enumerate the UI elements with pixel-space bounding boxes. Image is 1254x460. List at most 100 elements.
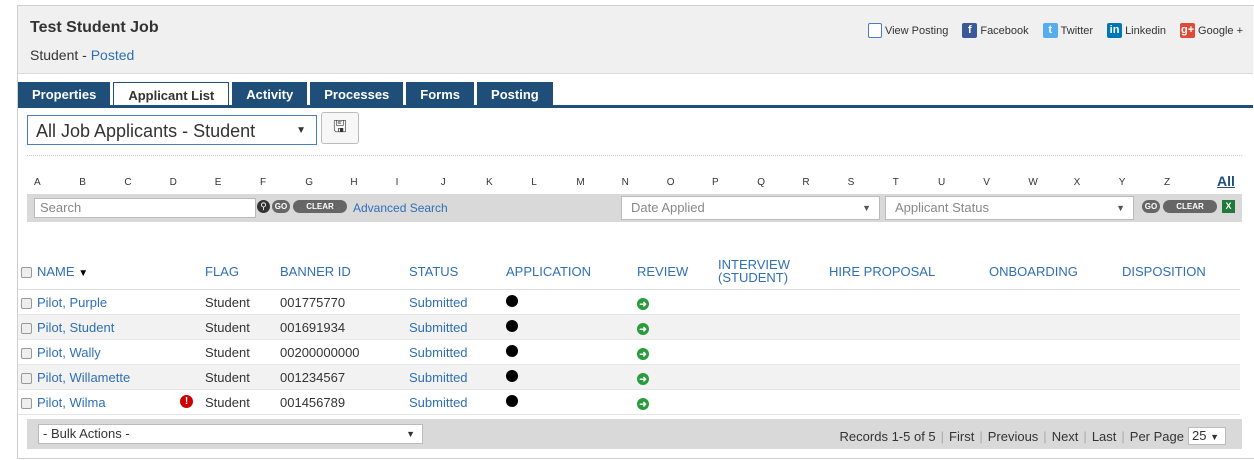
previous-page-link[interactable]: Previous [988,429,1039,444]
status-link[interactable]: Submitted [409,370,468,385]
floppy-disk-icon: 🖫 [333,119,347,136]
applicant-name-link[interactable]: Pilot, Willamette [37,370,130,385]
search-input[interactable]: Search [34,198,256,218]
hire-proposal-column-header[interactable]: HIRE PROPOSAL [829,253,989,290]
per-page-select[interactable]: 25 ▼ [1187,427,1226,445]
go-button[interactable]: GO [272,200,290,213]
alpha-filter-h[interactable]: H [350,177,357,188]
application-column-header[interactable]: APPLICATION [506,253,637,290]
interview-cell [718,339,829,365]
save-view-button[interactable]: 🖫 [321,112,359,144]
disposition-column-header[interactable]: DISPOSITION [1122,253,1240,290]
alpha-filter-i[interactable]: I [396,177,399,188]
date-applied-select[interactable]: Date Applied ▼ [621,196,880,220]
tab-activity[interactable]: Activity [232,82,308,105]
alpha-filter-d[interactable]: D [170,177,177,188]
flag-column-header[interactable]: FLAG [205,253,280,290]
alpha-filter-q[interactable]: Q [757,177,765,188]
application-complete-icon[interactable] [506,394,518,407]
status-link[interactable]: Submitted [409,395,468,410]
excel-export-icon[interactable]: X [1222,200,1235,213]
row-checkbox[interactable] [21,397,32,409]
alpha-filter-g[interactable]: G [305,177,313,188]
applicant-name-link[interactable]: Pilot, Wally [37,345,101,360]
alpha-filter-r[interactable]: R [802,177,809,188]
alpha-filter-u[interactable]: U [938,177,945,188]
applicant-view-select[interactable]: All Job Applicants - Student ▼ [27,115,317,145]
alpha-filter-x[interactable]: X [1074,177,1081,188]
applicant-name-link[interactable]: Pilot, Purple [37,295,107,310]
linkedin-link[interactable]: in Linkedin [1107,23,1166,38]
onboarding-column-header[interactable]: ONBOARDING [989,253,1122,290]
application-complete-icon[interactable] [506,344,518,357]
alpha-filter-w[interactable]: W [1028,177,1037,188]
row-checkbox[interactable] [21,297,32,309]
last-page-link[interactable]: Last [1092,429,1117,444]
applicant-status-select[interactable]: Applicant Status ▼ [885,196,1134,220]
alpha-filter-b[interactable]: B [79,177,86,188]
advanced-search-link[interactable]: Advanced Search [353,201,448,215]
review-go-icon[interactable]: ➜ [637,397,649,410]
onboarding-cell [989,364,1122,390]
job-header: Test Student Job Student - Posted View P… [18,6,1253,74]
bulk-actions-select[interactable]: - Bulk Actions - ▼ [38,424,423,444]
application-complete-icon[interactable] [506,294,518,307]
googleplus-link[interactable]: g+ Google + [1180,23,1243,38]
application-complete-icon[interactable] [506,319,518,332]
review-go-icon[interactable]: ➜ [637,297,649,310]
banner-id-column-header[interactable]: BANNER ID [280,253,409,290]
row-checkbox[interactable] [21,372,32,384]
review-cell: ➜ [637,389,718,415]
alpha-filter-k[interactable]: K [486,177,493,188]
tab-processes[interactable]: Processes [310,82,404,105]
alpha-filter-c[interactable]: C [124,177,131,188]
next-page-link[interactable]: Next [1052,429,1079,444]
alpha-filter-p[interactable]: P [712,177,719,188]
review-go-icon[interactable]: ➜ [637,322,649,335]
status-link[interactable]: Submitted [409,295,468,310]
review-go-icon[interactable]: ➜ [637,347,649,360]
alpha-filter-f[interactable]: F [260,177,266,188]
review-go-icon[interactable]: ➜ [637,372,649,385]
view-posting-link[interactable]: View Posting [867,23,948,38]
job-state-link[interactable]: Posted [91,47,135,63]
search-icon[interactable]: ⚲ [257,200,270,213]
alpha-filter-z[interactable]: Z [1164,177,1170,188]
applicant-name-link[interactable]: Pilot, Student [37,320,114,335]
status-column-header[interactable]: STATUS [409,253,506,290]
applicant-name-link[interactable]: Pilot, Wilma [37,395,106,410]
row-checkbox[interactable] [21,322,32,334]
tab-applicant-list[interactable]: Applicant List [113,82,230,106]
status-link[interactable]: Submitted [409,345,468,360]
alpha-filter-o[interactable]: O [667,177,675,188]
tab-forms[interactable]: Forms [406,82,475,105]
application-cell [506,389,637,415]
row-checkbox[interactable] [21,347,32,359]
clear-button[interactable]: CLEAR [293,200,347,213]
first-page-link[interactable]: First [949,429,974,444]
tab-properties[interactable]: Properties [18,82,111,105]
alpha-filter-j[interactable]: J [441,177,446,188]
alpha-filter-t[interactable]: T [893,177,899,188]
alpha-filter-v[interactable]: V [983,177,990,188]
status-go-button[interactable]: GO [1142,200,1160,213]
name-column-header[interactable]: NAME ▼ [18,253,205,290]
status-link[interactable]: Submitted [409,320,468,335]
tab-posting[interactable]: Posting [477,82,553,105]
application-complete-icon[interactable] [506,369,518,382]
alpha-filter-n[interactable]: N [622,177,629,188]
flag-cell: ! Student [180,389,280,415]
alpha-filter-a[interactable]: A [34,177,41,188]
interview-column-header[interactable]: INTERVIEW (STUDENT) [718,253,829,290]
alpha-filter-all[interactable]: All [1217,173,1235,189]
review-column-header[interactable]: REVIEW [637,253,718,290]
alpha-filter-e[interactable]: E [215,177,222,188]
alpha-filter-m[interactable]: M [576,177,584,188]
alpha-filter-y[interactable]: Y [1119,177,1126,188]
facebook-link[interactable]: f Facebook [962,23,1029,38]
alpha-filter-l[interactable]: L [531,177,537,188]
select-all-checkbox[interactable] [21,266,32,278]
alpha-filter-s[interactable]: S [848,177,855,188]
twitter-link[interactable]: t Twitter [1042,23,1093,38]
status-clear-button[interactable]: CLEAR [1163,200,1217,213]
